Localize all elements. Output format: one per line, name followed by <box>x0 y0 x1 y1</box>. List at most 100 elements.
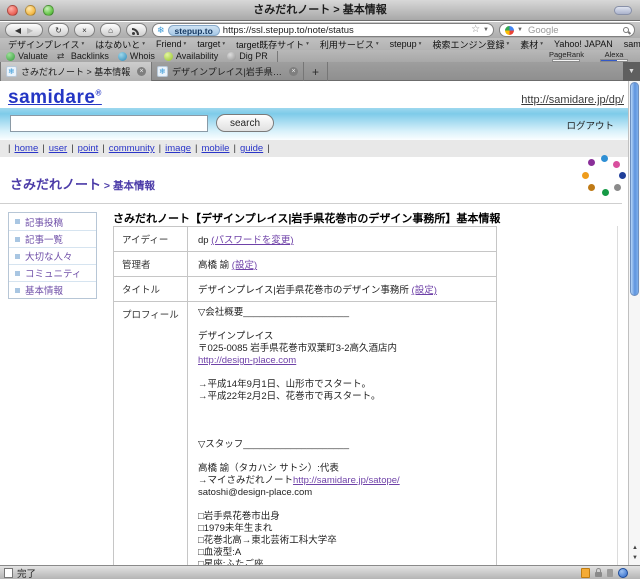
tab-favicon-icon: ❄ <box>157 66 168 77</box>
my-samidare-note-link[interactable]: http://samidare.jp/satope/ <box>293 475 400 486</box>
nav-link-point[interactable]: point <box>78 143 99 154</box>
seo-toolbar: Valuate ⇄Backlinks Whois Availability Di… <box>0 50 640 62</box>
close-tab-icon[interactable]: × <box>137 67 146 76</box>
forward-icon[interactable]: ▶ <box>27 26 33 35</box>
bookmark-folder[interactable]: 検索エンジン登録▾ <box>432 38 509 50</box>
seo-backlinks-button[interactable]: ⇄Backlinks <box>57 51 109 61</box>
whois-icon <box>118 52 127 61</box>
seo-whois-button[interactable]: Whois <box>118 51 155 61</box>
admin-settings-link[interactable]: (設定) <box>232 260 257 271</box>
search-button[interactable]: search <box>216 114 274 132</box>
dig-pr-icon <box>227 52 236 61</box>
status-bar: 完了 <box>0 565 640 579</box>
chevron-down-icon: ▾ <box>376 41 379 47</box>
chevron-down-icon: ▾ <box>142 41 145 47</box>
tab-list-dropdown-button[interactable]: ▼ <box>623 62 640 81</box>
stop-button[interactable]: × <box>74 23 95 37</box>
nav-link-home[interactable]: home <box>14 143 38 154</box>
addon-icons <box>581 568 628 578</box>
home-button[interactable]: ⌂ <box>100 23 121 37</box>
site-url-link[interactable]: http://samidare.jp/dp/ <box>521 94 624 106</box>
site-search-input[interactable] <box>10 115 208 132</box>
company-url-link[interactable]: http://design-place.com <box>198 355 296 366</box>
bookmark-item[interactable]: samidare <box>624 39 640 49</box>
table-row: プロフィール ▽会社概要____________________ デザインプレイ… <box>114 302 496 565</box>
bookmark-dropdown-icon[interactable]: ▼ <box>483 27 489 33</box>
gear-icon[interactable] <box>618 568 628 578</box>
seo-meters: PageRank Alexa <box>549 50 628 62</box>
registered-mark: ® <box>95 89 101 98</box>
breadcrumb: さみだれノート > 基本情報 <box>10 174 155 194</box>
samidare-logo[interactable]: samidare® <box>8 87 102 109</box>
nav-link-guide[interactable]: guide <box>240 143 263 154</box>
back-icon[interactable]: ◀ <box>15 26 21 35</box>
vertical-scrollbar[interactable]: ▲ ▼ <box>628 81 640 565</box>
sidebar-item-important-people[interactable]: 大切な人々 <box>9 247 96 264</box>
url-bar[interactable]: ❄ stepup.to https://ssl.stepup.to/note/s… <box>152 23 494 37</box>
bookmark-star-icon[interactable]: ☆ <box>471 25 480 35</box>
bookmark-folder[interactable]: 素材▾ <box>520 38 543 50</box>
search-engine-dropdown-icon[interactable]: ▼ <box>517 27 523 33</box>
home-icon: ⌂ <box>108 26 113 35</box>
divider-line <box>0 203 622 204</box>
nav-link-user[interactable]: user <box>49 143 67 154</box>
nav-link-community[interactable]: community <box>109 143 155 154</box>
pagerank-meter[interactable]: PageRank <box>549 51 584 62</box>
tab-samidare-note[interactable]: ❄ さみだれノート > 基本情報 × <box>0 62 152 81</box>
plugin-icon[interactable] <box>607 569 613 577</box>
new-tab-button[interactable]: + <box>304 62 328 81</box>
reload-button[interactable]: ↻ <box>48 23 69 37</box>
scroll-down-arrow[interactable]: ▼ <box>629 553 640 563</box>
bookmark-folder[interactable]: 利用サービス▾ <box>320 38 379 50</box>
lock-icon[interactable] <box>595 572 602 577</box>
sidebar-item-basic-info[interactable]: 基本情報 <box>9 281 96 298</box>
sidebar-item-community[interactable]: コミュニティ <box>9 264 96 281</box>
seo-digpr-button[interactable]: Dig PR <box>227 51 268 61</box>
sidebar-item-article-list[interactable]: 記事一覧 <box>9 230 96 247</box>
change-password-link[interactable]: (パスワードを変更) <box>211 235 293 246</box>
rss-button[interactable] <box>126 23 147 37</box>
alexa-meter[interactable]: Alexa <box>600 51 628 62</box>
bookmark-item[interactable]: Yahoo! JAPAN <box>554 39 613 49</box>
google-search-bar[interactable]: ▼ <box>499 23 635 37</box>
bookmark-folder[interactable]: デザインプレイス▾ <box>8 38 84 50</box>
bookmark-folder[interactable]: target▾ <box>197 39 225 49</box>
url-text[interactable]: https://ssl.stepup.to/note/status <box>223 25 468 36</box>
magnifier-icon[interactable] <box>623 27 629 33</box>
user-id: dp <box>198 235 211 246</box>
page-status-icon <box>4 568 13 578</box>
bookmark-folder[interactable]: はなめいと▾ <box>95 38 145 50</box>
nav-link-image[interactable]: image <box>165 143 191 154</box>
seo-valuate-button[interactable]: Valuate <box>6 51 48 61</box>
bookmarks-toolbar: デザインプレイス▾ はなめいと▾ Friend▾ target▾ target既… <box>0 38 640 50</box>
tab-bar: ❄ さみだれノート > 基本情報 × ❄ デザインプレイス|岩手県花巻市の...… <box>0 62 640 81</box>
title-settings-link[interactable]: (設定) <box>412 285 437 296</box>
tab-design-place[interactable]: ❄ デザインプレイス|岩手県花巻市の... × <box>152 62 304 81</box>
bullet-icon <box>15 271 20 276</box>
bookmark-folder[interactable]: stepup▾ <box>390 39 422 49</box>
toolbar-toggle-button[interactable] <box>614 6 632 15</box>
breadcrumb-root[interactable]: さみだれノート <box>10 177 101 192</box>
availability-icon <box>164 52 173 61</box>
bookmark-folder[interactable]: target既存サイト▾ <box>236 38 309 50</box>
google-search-input[interactable] <box>526 24 620 37</box>
sidebar-item-post-article[interactable]: 記事投稿 <box>9 213 96 230</box>
toolbar-separator <box>277 51 278 62</box>
seo-availability-button[interactable]: Availability <box>164 51 218 61</box>
scrollbar-thumb[interactable] <box>630 82 639 296</box>
site-favicon-icon: ❄ <box>157 26 165 35</box>
back-forward-buttons[interactable]: ◀ ▶ <box>5 23 43 37</box>
nav-link-mobile[interactable]: mobile <box>201 143 229 154</box>
status-text: 完了 <box>17 566 577 580</box>
note-addon-icon[interactable] <box>581 568 590 578</box>
logout-link[interactable]: ログアウト <box>566 118 614 132</box>
scroll-up-arrow[interactable]: ▲ <box>629 543 640 553</box>
chevron-down-icon: ▾ <box>506 41 509 47</box>
navigation-toolbar: ◀ ▶ ↻ × ⌂ ❄ stepup.to https://ssl.stepup… <box>0 22 640 38</box>
sidebar-menu: 記事投稿 記事一覧 大切な人々 コミュニティ 基本情報 <box>8 212 97 299</box>
chevron-down-icon: ▾ <box>540 41 543 47</box>
bookmark-folder[interactable]: Friend▾ <box>156 39 186 49</box>
site-identity-chip[interactable]: stepup.to <box>168 25 220 36</box>
close-tab-icon[interactable]: × <box>289 67 298 76</box>
page-content: samidare® http://samidare.jp/dp/ search … <box>0 81 640 565</box>
